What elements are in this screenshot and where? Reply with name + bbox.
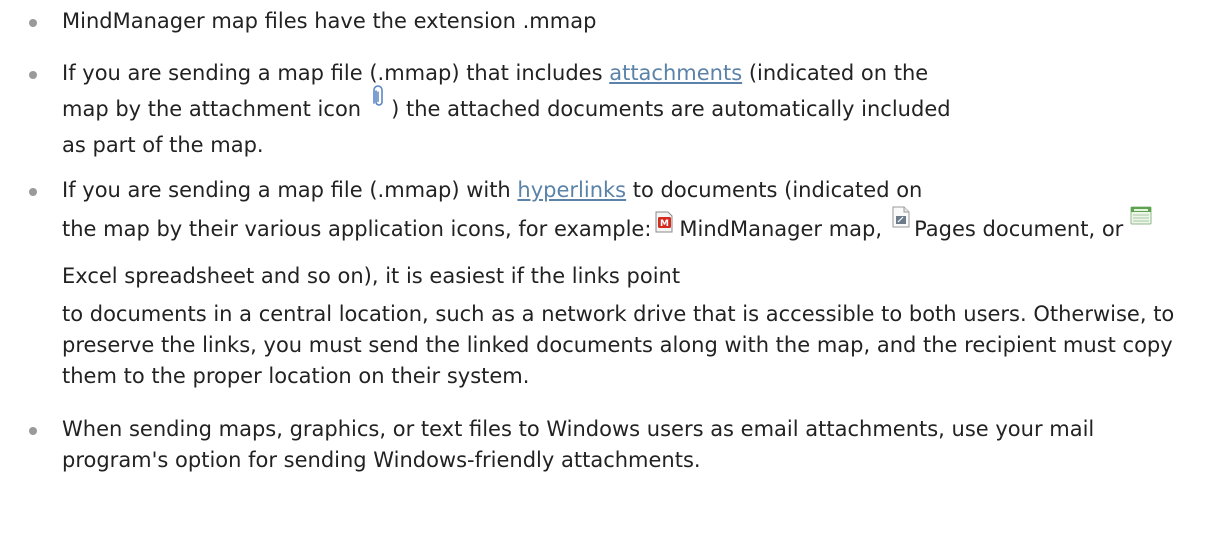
bullet-point: [29, 71, 37, 79]
item-text: Pages document, or: [914, 217, 1124, 241]
list-item: If you are sending a map file (.mmap) th…: [0, 58, 1217, 161]
item-text: MindManager map files have the extension…: [62, 9, 597, 33]
item-line: map by the attachment icon ) the attached…: [62, 85, 1207, 130]
bullet-point: [29, 19, 37, 27]
bullet-point: [29, 188, 37, 196]
item-line: If you are sending a map file (.mmap) wi…: [62, 175, 1207, 206]
excel-spreadsheet-icon: [1129, 197, 1153, 243]
list-item: When sending maps, graphics, or text fil…: [0, 414, 1217, 476]
item-text: as part of the map.: [62, 133, 264, 157]
attachments-link[interactable]: attachments: [609, 61, 742, 85]
item-text: ) the attached documents are automatical…: [391, 97, 951, 121]
bullet-list: MindManager map files have the extension…: [0, 0, 1217, 476]
item-text-block: to documents in a central location, such…: [62, 302, 1175, 388]
item-text: map by the attachment icon: [62, 97, 362, 121]
paperclip-icon: [373, 82, 385, 122]
item-text: to documents (indicated on: [626, 178, 923, 202]
list-item: If you are sending a map file (.mmap) wi…: [0, 175, 1217, 392]
item-line: as part of the map.: [62, 130, 1207, 161]
mindmanager-file-icon: M: [653, 203, 675, 249]
item-text: If you are sending a map file (.mmap) th…: [62, 61, 610, 85]
item-text: the map by their various application ico…: [62, 217, 652, 241]
item-text: MindManager map,: [679, 217, 883, 241]
item-text: When sending maps, graphics, or text fil…: [62, 417, 1095, 472]
pages-document-icon: [890, 199, 912, 245]
item-text: (indicated on the: [742, 61, 929, 85]
item-text: If you are sending a map file (.mmap) wi…: [62, 178, 518, 202]
bullet-point: [29, 427, 37, 435]
list-item: MindManager map files have the extension…: [0, 6, 1217, 37]
svg-text:M: M: [660, 219, 669, 229]
item-text: Excel spreadsheet and so on), it is easi…: [62, 264, 681, 288]
hyperlinks-link[interactable]: hyperlinks: [517, 178, 626, 202]
item-line: the map by their various application ico…: [62, 206, 1207, 299]
item-line: If you are sending a map file (.mmap) th…: [62, 58, 1207, 89]
